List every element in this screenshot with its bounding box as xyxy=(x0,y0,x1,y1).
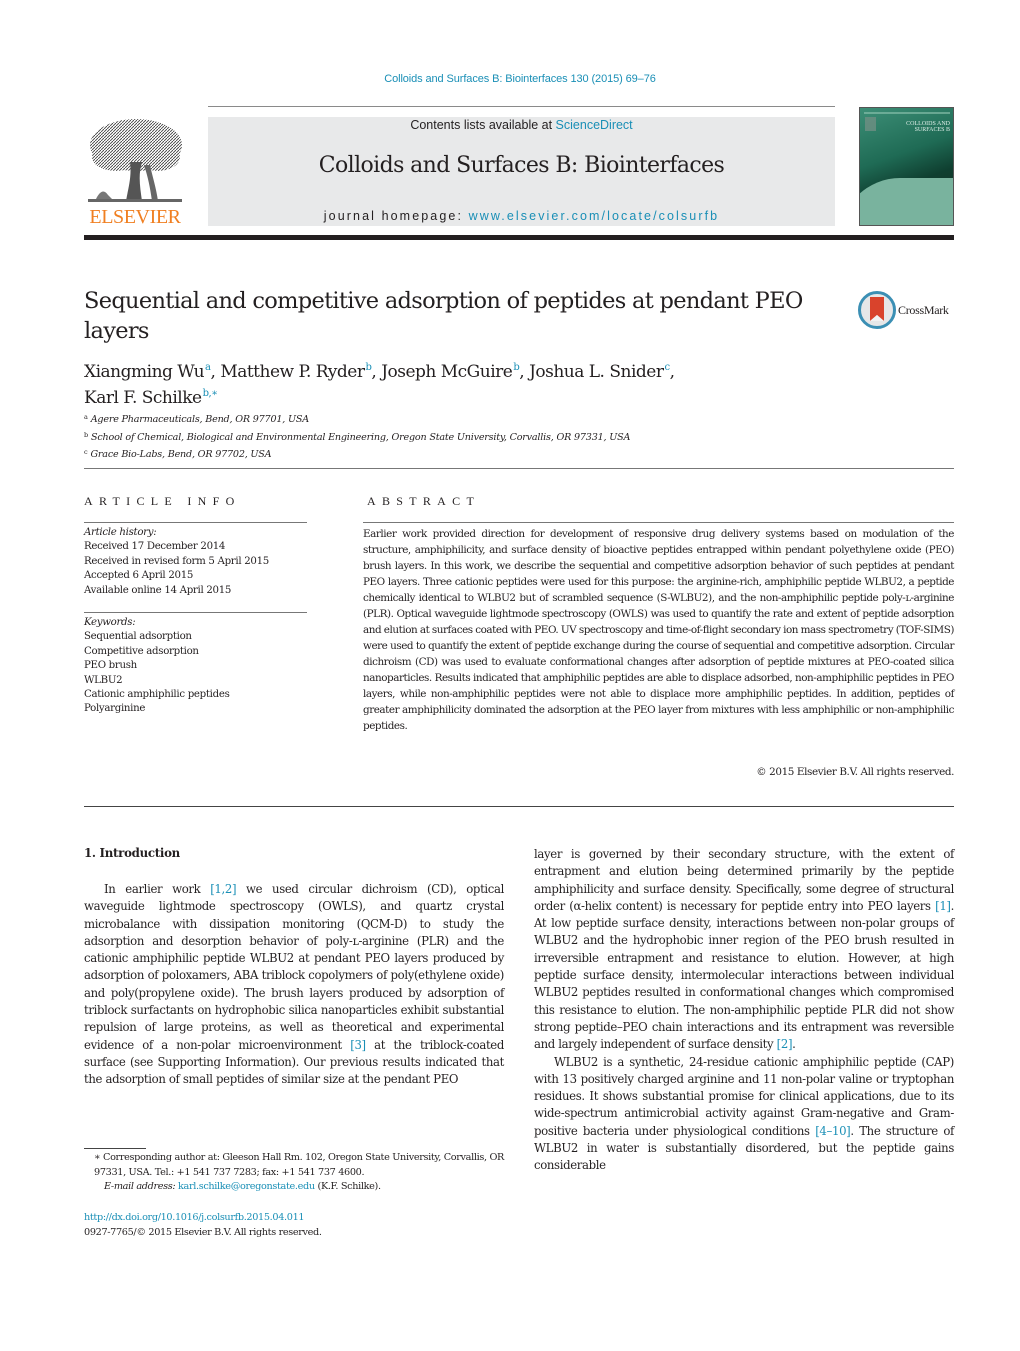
doi-block: http://dx.doi.org/10.1016/j.colsurfb.201… xyxy=(84,1211,504,1240)
citation-link[interactable]: [1] xyxy=(935,899,951,913)
paragraph-text: . At low peptide surface density, intera… xyxy=(534,898,954,1052)
body-paragraph: WLBU2 is a synthetic, 24-residue cationi… xyxy=(534,1054,954,1175)
keywords-rule xyxy=(84,612,307,613)
author-name: Matthew P. Ryder xyxy=(220,362,365,382)
history-item: Accepted 6 April 2015 xyxy=(84,570,194,582)
history-item: Available online 14 April 2015 xyxy=(84,584,232,596)
author[interactable]: Joshua L. Sniderc xyxy=(529,362,670,382)
affiliation-text: Grace Bio-Labs, Bend, OR 97702, USA xyxy=(90,449,272,460)
author-affil-marker[interactable]: b,∗ xyxy=(203,388,218,399)
citation-link[interactable]: [1,2] xyxy=(210,882,236,896)
author-name: Karl F. Schilke xyxy=(84,388,202,408)
abstract-rule xyxy=(363,522,954,523)
affiliation: b School of Chemical, Biological and Envi… xyxy=(84,428,804,446)
affiliation-key: b xyxy=(84,430,88,439)
crossmark-icon xyxy=(858,291,896,329)
cover-curve xyxy=(860,178,953,225)
article-title: Sequential and competitive adsorption of… xyxy=(84,288,803,344)
keywords: Keywords: Sequential adsorption Competit… xyxy=(84,616,314,717)
affiliation: c Grace Bio-Labs, Bend, OR 97702, USA xyxy=(84,445,804,463)
author-name: Joshua L. Snider xyxy=(529,362,664,382)
journal-citation[interactable]: Colloids and Surfaces B: Biointerfaces 1… xyxy=(0,73,1020,85)
cover-title: COLLOIDS AND SURFACES B xyxy=(888,121,950,133)
body-paragraph: layer is governed by their secondary str… xyxy=(534,846,954,1054)
email-suffix: (K.F. Schilke). xyxy=(314,1181,382,1192)
keyword: Cationic amphiphilic peptides xyxy=(84,689,230,701)
author-separator: , xyxy=(519,362,530,382)
footnote-rule xyxy=(84,1148,146,1149)
affiliation-key: a xyxy=(84,413,88,421)
author[interactable]: Joseph McGuireb xyxy=(381,362,520,382)
contents-line: Contents lists available at ScienceDirec… xyxy=(208,118,835,132)
author-separator: , xyxy=(210,362,221,382)
crossmark-label: CrossMark xyxy=(898,303,949,317)
author-separator: , xyxy=(371,362,382,382)
keyword: Polyarginine xyxy=(84,703,146,715)
article-info-rule xyxy=(84,522,307,523)
abstract-divider xyxy=(84,806,954,807)
affiliation-text: Agere Pharmaceuticals, Bend, OR 97701, U… xyxy=(90,414,309,425)
affiliation-key: c xyxy=(84,448,88,456)
affiliation: a Agere Pharmaceuticals, Bend, OR 97701, … xyxy=(84,410,804,428)
sciencedirect-link[interactable]: ScienceDirect xyxy=(556,118,633,132)
author-name: Joseph McGuire xyxy=(381,362,513,382)
email-line: E-mail address: karl.schilke@oregonstate… xyxy=(84,1180,504,1195)
abstract-heading: ABSTRACT xyxy=(367,494,481,508)
citation-link[interactable]: [2] xyxy=(777,1037,793,1051)
issn-copyright: 0927-7765/© 2015 Elsevier B.V. All right… xyxy=(84,1226,322,1238)
header-divider xyxy=(84,235,954,240)
contents-prefix: Contents lists available at xyxy=(410,118,556,132)
keyword: PEO brush xyxy=(84,660,137,672)
paragraph-text: . xyxy=(792,1037,796,1052)
abstract-text: Earlier work provided direction for deve… xyxy=(363,528,954,732)
elsevier-tree-icon xyxy=(88,119,182,202)
abstract-copyright: © 2015 Elsevier B.V. All rights reserved… xyxy=(756,766,954,778)
homepage-prefix: journal homepage: xyxy=(323,209,469,223)
elsevier-wordmark: ELSEVIER xyxy=(89,206,181,228)
footnote: ∗ Corresponding author at: Gleeson Hall … xyxy=(84,1151,504,1195)
journal-homepage-link[interactable]: www.elsevier.com/locate/colsurfb xyxy=(469,209,720,223)
body-column-left: In earlier work [1,2] we used circular d… xyxy=(84,881,504,1089)
cover-publisher-logo xyxy=(865,117,876,131)
author-email-link[interactable]: karl.schilke@oregonstate.edu xyxy=(178,1181,315,1192)
citation-link[interactable]: [4–10] xyxy=(815,1124,851,1138)
article-history-label: Article history: xyxy=(84,527,157,538)
email-label: E-mail address: xyxy=(104,1181,176,1192)
cover-topbar xyxy=(864,112,950,114)
journal-cover-image[interactable]: COLLOIDS AND SURFACES B xyxy=(859,107,954,226)
article-history: Article history: Received 17 December 20… xyxy=(84,526,314,598)
homepage-line: journal homepage: www.elsevier.com/locat… xyxy=(208,209,835,223)
author[interactable]: Karl F. Schilkeb,∗ xyxy=(84,388,218,408)
crossmark-button[interactable]: CrossMark xyxy=(858,290,958,330)
corresponding-author-note: ∗ Corresponding author at: Gleeson Hall … xyxy=(94,1152,504,1178)
elsevier-logo[interactable]: ELSEVIER xyxy=(84,117,186,229)
title-divider xyxy=(84,468,954,469)
citation-link[interactable]: [3] xyxy=(350,1038,366,1052)
paragraph-text: layer is governed by their secondary str… xyxy=(534,847,954,913)
top-rule xyxy=(208,106,835,107)
journal-header-band: Contents lists available at ScienceDirec… xyxy=(208,117,835,226)
history-item: Received 17 December 2014 xyxy=(84,541,226,553)
affiliations: a Agere Pharmaceuticals, Bend, OR 97701, … xyxy=(84,410,804,463)
keyword: Competitive adsorption xyxy=(84,645,199,657)
body-paragraph: In earlier work [1,2] we used circular d… xyxy=(84,881,504,1089)
history-item: Received in revised form 5 April 2015 xyxy=(84,555,269,567)
doi-link[interactable]: http://dx.doi.org/10.1016/j.colsurfb.201… xyxy=(84,1212,305,1223)
author-list: Xiangming Wua, Matthew P. Ryderb, Joseph… xyxy=(84,357,804,409)
body-column-right: layer is governed by their secondary str… xyxy=(534,846,954,1175)
section-heading-introduction: 1. Introduction xyxy=(84,846,180,860)
author[interactable]: Matthew P. Ryderb xyxy=(220,362,372,382)
affiliation-text: School of Chemical, Biological and Envir… xyxy=(90,431,631,443)
author[interactable]: Xiangming Wua xyxy=(84,362,211,382)
keyword: Sequential adsorption xyxy=(84,631,192,643)
author-separator: , xyxy=(669,362,675,382)
paragraph-text: we used circular dichroism (CD), opti­ca… xyxy=(84,882,505,1052)
article-info-heading: ARTICLE INFO xyxy=(84,494,241,508)
keywords-label: Keywords: xyxy=(84,617,136,628)
keyword: WLBU2 xyxy=(84,674,123,686)
author-name: Xiangming Wu xyxy=(84,362,205,382)
cover-title-line2: SURFACES B xyxy=(914,127,950,133)
journal-title: Colloids and Surfaces B: Biointerfaces xyxy=(318,153,725,178)
paragraph-text: In earlier work xyxy=(104,882,211,896)
